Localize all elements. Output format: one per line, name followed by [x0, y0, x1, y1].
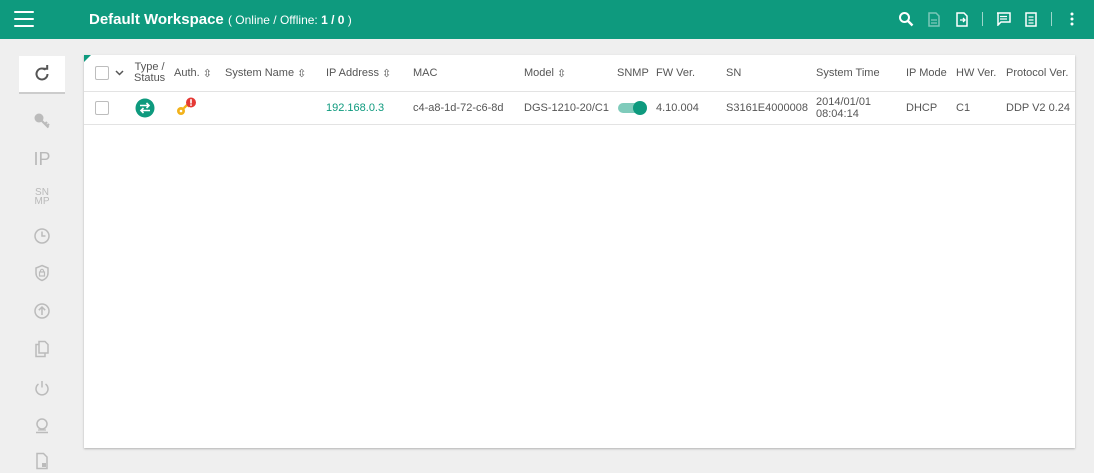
snmp-settings-button[interactable]: SN MP	[26, 185, 58, 209]
table-row[interactable]: 192.168.0.3 c4-a8-1d-72-c6-8d DGS-1210-2…	[84, 91, 1075, 125]
col-fw-version[interactable]: FW Ver.	[656, 55, 695, 91]
refresh-icon	[35, 65, 49, 81]
upload-icon[interactable]	[26, 299, 58, 323]
cell-system-time: 2014/01/01 08:04:14	[816, 95, 872, 120]
cell-sn: S3161E4000008	[726, 101, 808, 114]
message-icon[interactable]	[995, 10, 1011, 28]
key-icon[interactable]	[26, 109, 58, 133]
cell-protocol-version: DDP V2 0.24	[1006, 101, 1071, 114]
auth-key-alert-icon	[175, 91, 197, 124]
col-protocol-version[interactable]: Protocol Ver.	[1006, 55, 1068, 91]
cell-fw-version: 4.10.004	[656, 101, 699, 114]
sort-icon: ⇳	[382, 67, 392, 80]
shield-lock-icon[interactable]	[26, 261, 58, 285]
table-header: Type / Status Auth. ⇳ System Name ⇳ IP Add…	[84, 55, 1075, 92]
header-divider	[1051, 12, 1052, 26]
sort-icon: ⇳	[556, 67, 567, 80]
ip-settings-button[interactable]: IP	[26, 147, 58, 171]
col-hw-version[interactable]: HW Ver.	[956, 55, 996, 91]
copy-icon[interactable]	[26, 337, 58, 361]
import-file-icon[interactable]	[954, 10, 970, 28]
document-list-icon[interactable]	[1023, 10, 1039, 28]
top-bar: Default Workspace ( Online / Offline: 1 …	[0, 0, 1094, 39]
row-checkbox[interactable]	[95, 91, 109, 124]
cell-hw-version: C1	[956, 101, 971, 114]
cell-model: DGS-1210-20/C1	[524, 101, 609, 114]
snmp-toggle[interactable]	[618, 91, 647, 124]
sort-icon: ⇳	[297, 67, 307, 80]
col-sn[interactable]: SN	[726, 55, 741, 91]
export-file-icon[interactable]	[926, 10, 942, 28]
search-icon[interactable]	[898, 10, 914, 28]
header-divider	[982, 12, 983, 26]
reset-icon[interactable]	[26, 414, 58, 438]
sort-icon: ⇳	[202, 67, 212, 80]
col-auth[interactable]: Auth. ⇳	[174, 55, 212, 91]
col-type-status[interactable]: Type / Status	[134, 55, 165, 91]
menu-icon[interactable]	[14, 9, 34, 29]
power-icon[interactable]	[26, 376, 58, 400]
cell-mac: c4-a8-1d-72-c6-8d	[413, 101, 504, 114]
switch-type-icon	[135, 91, 155, 124]
online-status: ( Online / Offline: 1 / 0 )	[227, 13, 352, 27]
device-table-panel: Type / Status Auth. ⇳ System Name ⇳ IP Add…	[84, 55, 1075, 448]
clock-icon[interactable]	[26, 224, 58, 248]
col-snmp[interactable]: SNMP	[617, 55, 649, 91]
more-vert-icon[interactable]	[1064, 10, 1080, 28]
chevron-down-icon[interactable]	[115, 55, 124, 91]
col-model[interactable]: Model ⇳	[524, 55, 566, 91]
cell-ip-address[interactable]: 192.168.0.3	[326, 91, 384, 124]
cell-ip-mode: DHCP	[906, 101, 938, 114]
file-icon[interactable]	[26, 449, 58, 473]
workspace-name: Default Workspace	[89, 11, 224, 28]
col-ip-address[interactable]: IP Address ⇳	[326, 55, 391, 91]
select-all-checkbox[interactable]	[95, 55, 109, 91]
left-toolbar: IP SN MP	[0, 39, 84, 470]
col-mac[interactable]: MAC	[413, 55, 437, 91]
col-ip-mode[interactable]: IP Mode	[906, 55, 947, 91]
col-system-time[interactable]: System Time	[816, 55, 880, 91]
workspace-title: Default Workspace ( Online / Offline: 1 …	[89, 11, 352, 28]
col-system-name[interactable]: System Name ⇳	[225, 55, 306, 91]
refresh-button[interactable]	[19, 56, 65, 94]
